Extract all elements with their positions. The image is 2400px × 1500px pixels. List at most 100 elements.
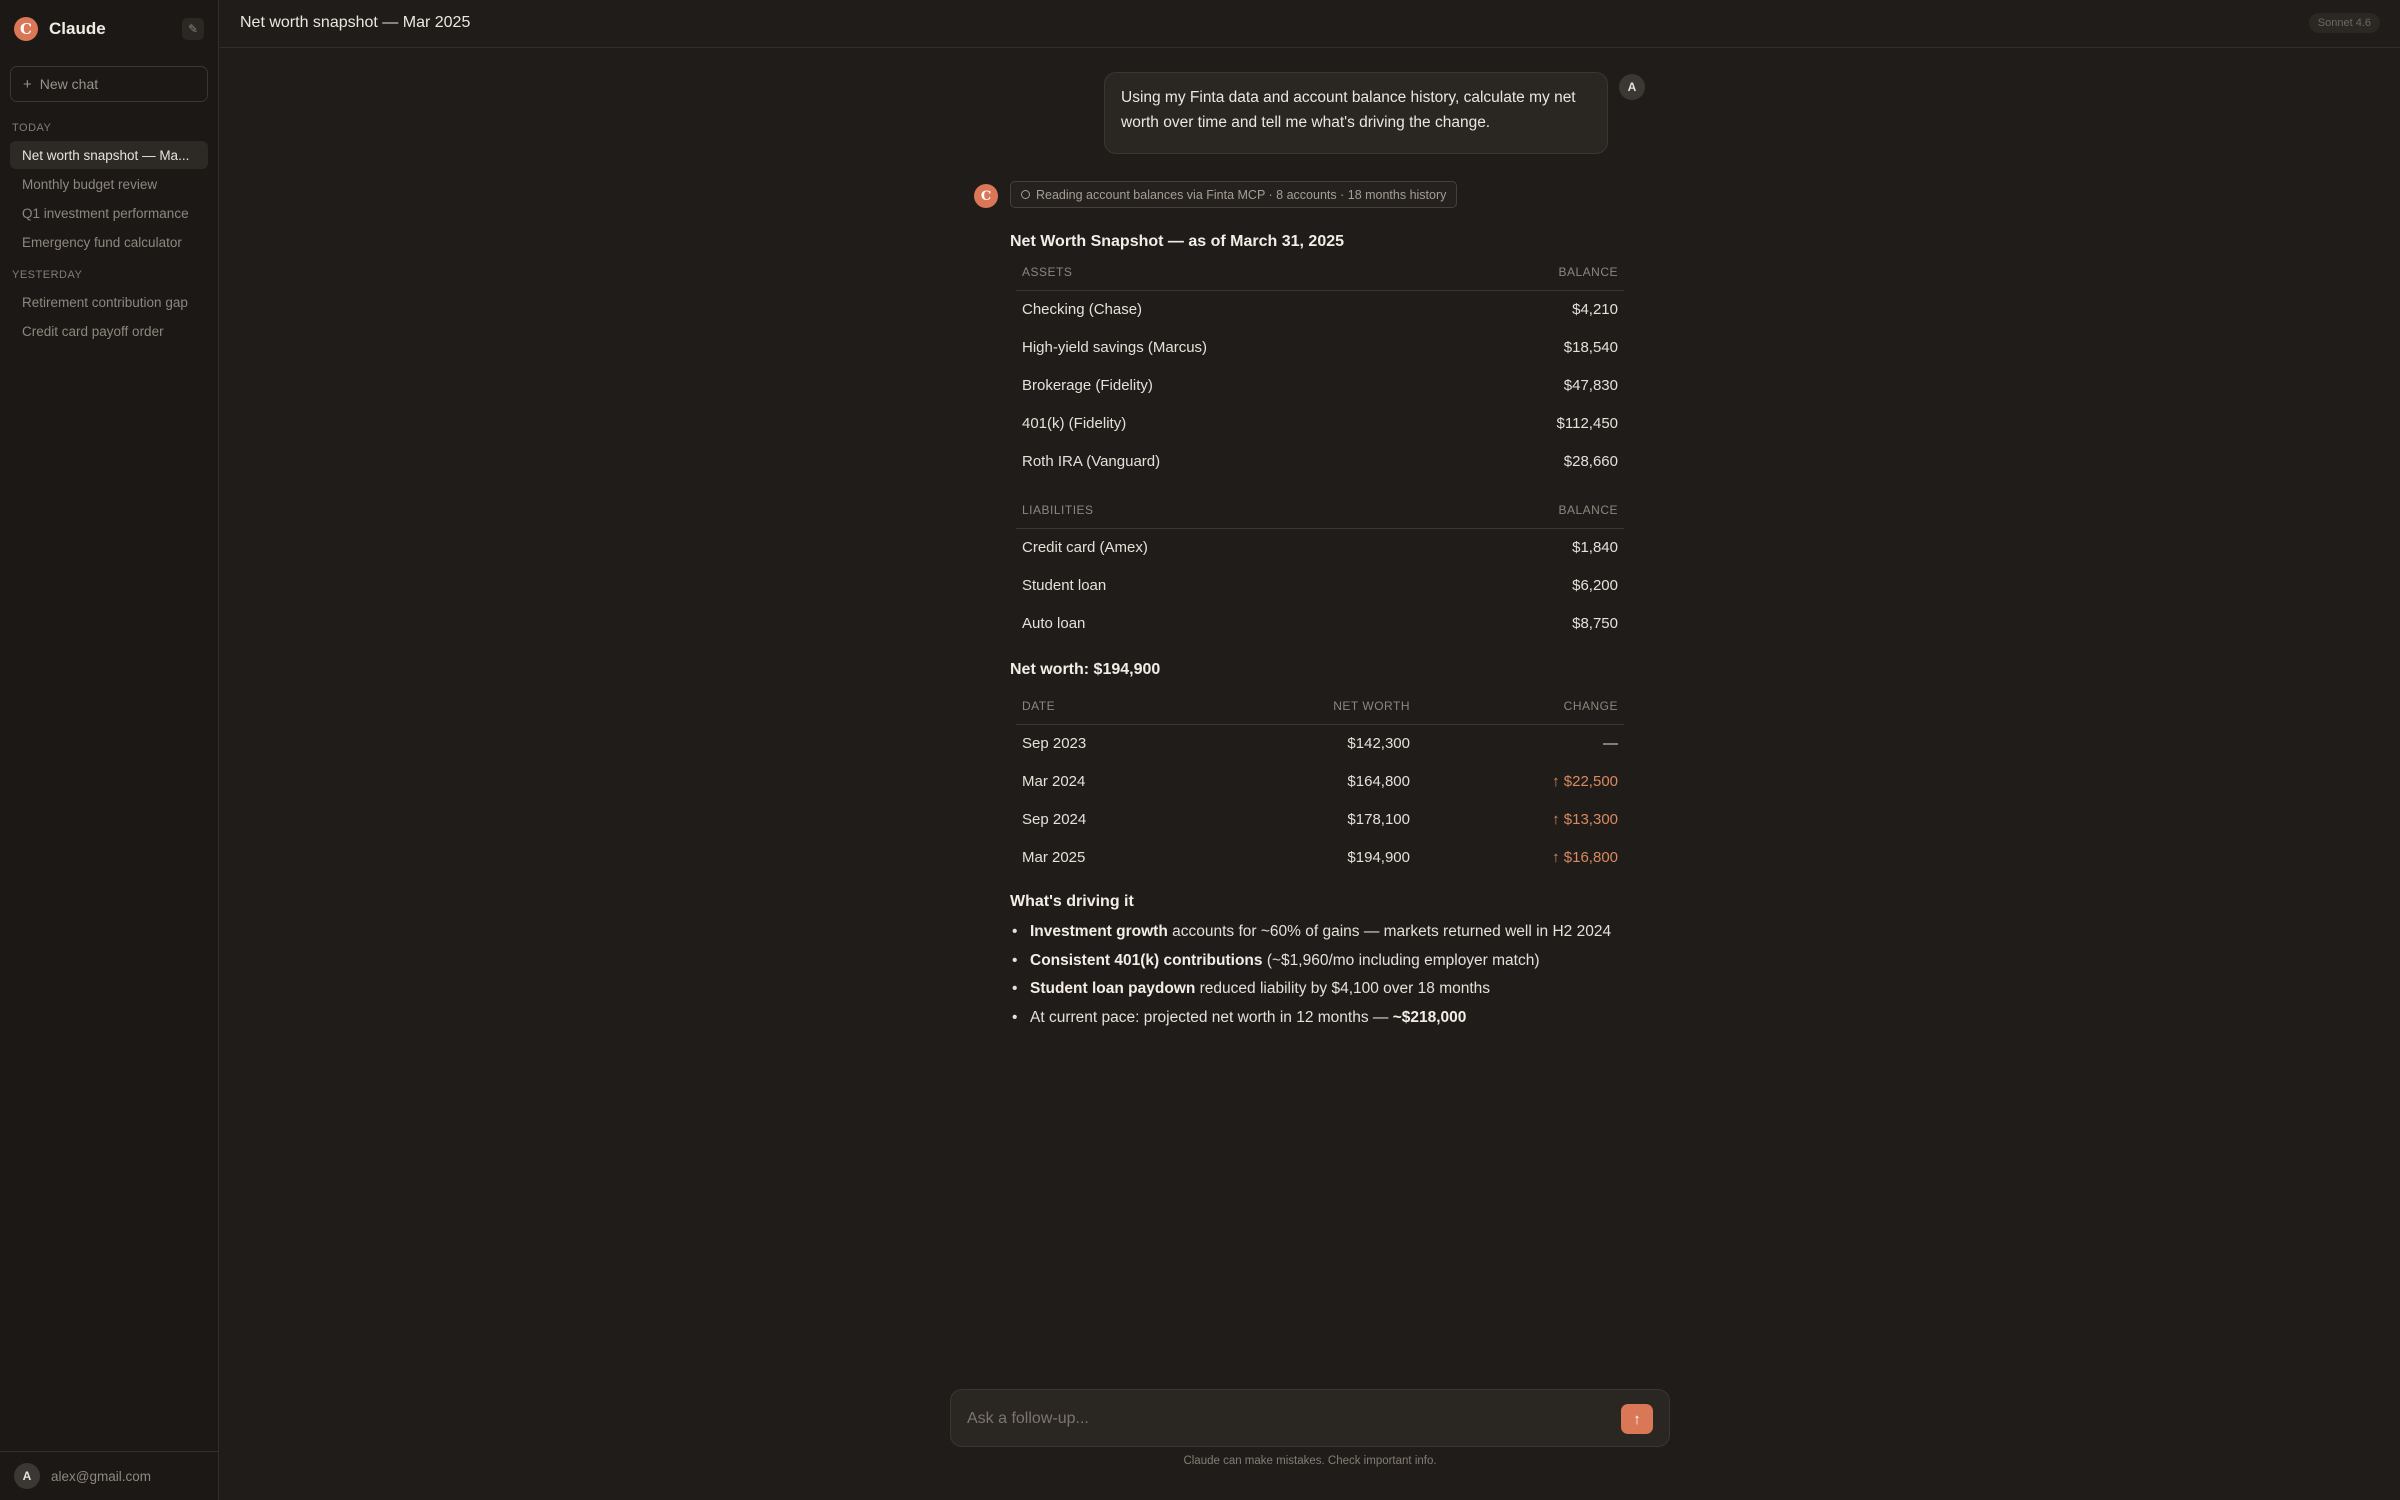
- account-name: Checking (Chase): [1022, 300, 1143, 318]
- plus-icon: +: [23, 75, 32, 93]
- claude-logo-icon: C: [14, 17, 38, 41]
- brand-name: Claude: [49, 19, 106, 38]
- user-email: alex@gmail.com: [51, 1468, 151, 1484]
- history-net-worth: $178,100: [1347, 810, 1410, 828]
- driver-bold: Investment growth: [1030, 923, 1168, 940]
- sidebar-item-investment[interactable]: Q1 investment performance: [10, 199, 208, 227]
- section-label-yesterday: YESTERDAY: [12, 269, 83, 281]
- user-avatar: A: [1619, 74, 1645, 100]
- table-row: High-yield savings (Marcus) $18,540: [1016, 328, 1624, 366]
- liabilities-table: LIABILITIES BALANCE Credit card (Amex) $1…: [1016, 492, 1624, 642]
- liability-name: Auto loan: [1022, 614, 1086, 632]
- account-name: High-yield savings (Marcus): [1022, 338, 1208, 356]
- balance-header: BALANCE: [1416, 492, 1624, 529]
- list-item: Student loan paydown reduced liability b…: [1010, 975, 1630, 1004]
- arrow-up-icon: ↑: [1633, 1410, 1641, 1428]
- table-row: Mar 2025 $194,900 ↑ $16,800: [1016, 838, 1624, 876]
- brand[interactable]: C Claude: [14, 16, 106, 42]
- claude-avatar-icon: C: [974, 184, 998, 208]
- history-net-worth: $194,900: [1347, 848, 1410, 866]
- sidebar-item-credit-card[interactable]: Credit card payoff order: [10, 317, 208, 345]
- history-net-worth: $164,800: [1347, 772, 1410, 790]
- drivers-title: What's driving it: [1010, 893, 1134, 910]
- new-chat-label: New chat: [39, 76, 99, 92]
- account-balance: $112,450: [1556, 414, 1618, 432]
- liability-name: Student loan: [1022, 576, 1107, 594]
- account-balance: $28,660: [1563, 452, 1618, 470]
- sidebar: C Claude ✎ + New chat TODAY Net worth sn…: [0, 0, 219, 1500]
- history-table: DATE NET WORTH CHANGE Sep 2023 $142,300— …: [1016, 688, 1624, 876]
- history-change: ↑ $13,300: [1552, 810, 1618, 828]
- table-header-row: DATE NET WORTH CHANGE: [1016, 688, 1624, 725]
- table-row: 401(k) (Fidelity) $112,450: [1016, 404, 1624, 442]
- net-worth-header: NET WORTH: [1216, 688, 1416, 725]
- assets-header: ASSETS: [1016, 254, 1459, 291]
- table-row: Roth IRA (Vanguard) $28,660: [1016, 442, 1624, 480]
- list-item: At current pace: projected net worth in …: [1010, 1004, 1630, 1033]
- table-row: Checking (Chase) $4,210: [1016, 290, 1624, 328]
- list-item: Consistent 401(k) contributions (~$1,960…: [1010, 947, 1630, 976]
- model-selector[interactable]: Sonnet 4.6: [2308, 13, 2380, 33]
- liability-balance: $8,750: [1572, 614, 1618, 632]
- date-header: DATE: [1016, 688, 1216, 725]
- liability-name: Credit card (Amex): [1022, 538, 1148, 556]
- drivers-list: Investment growth accounts for ~60% of g…: [1010, 918, 1630, 1032]
- history-date: Sep 2024: [1022, 810, 1087, 828]
- account-menu[interactable]: A alex@gmail.com: [0, 1451, 219, 1500]
- projection-value: ~$218,000: [1392, 1008, 1467, 1026]
- tool-status-pill[interactable]: Reading account balances via Finta MCP ·…: [1010, 181, 1458, 208]
- projection-text: At current pace: projected net worth in …: [1030, 1008, 1393, 1026]
- edit-icon[interactable]: ✎: [182, 18, 204, 40]
- avatar: A: [14, 1463, 40, 1489]
- history-date: Mar 2024: [1022, 772, 1086, 790]
- driver-text: (~$1,960/mo including employer match): [1262, 951, 1540, 969]
- tool-status-text: Reading account balances via Finta MCP ·…: [1036, 187, 1447, 202]
- liability-balance: $6,200: [1572, 576, 1618, 594]
- follow-up-input[interactable]: [967, 1404, 1587, 1434]
- status-circle-icon: [1021, 190, 1030, 199]
- history-change: ↑ $16,800: [1552, 848, 1618, 866]
- account-balance: $4,210: [1572, 300, 1618, 318]
- composer: ↑: [950, 1389, 1670, 1447]
- new-chat-button[interactable]: + New chat: [10, 66, 208, 102]
- table-row: Sep 2023 $142,300 —: [1016, 724, 1624, 762]
- table-row: Auto loan $8,750: [1016, 604, 1624, 642]
- account-name: Brokerage (Fidelity): [1022, 376, 1153, 394]
- table-header-row: LIABILITIES BALANCE: [1016, 492, 1624, 529]
- net-worth-total: Net worth: $194,900: [1010, 661, 1161, 678]
- history-change: —: [1603, 734, 1618, 752]
- account-name: 401(k) (Fidelity): [1022, 414, 1127, 432]
- history-change: ↑ $22,500: [1552, 772, 1618, 790]
- history-net-worth: $142,300: [1347, 734, 1410, 752]
- account-name: Roth IRA (Vanguard): [1022, 452, 1161, 470]
- account-balance: $18,540: [1563, 338, 1618, 356]
- list-item: Investment growth accounts for ~60% of g…: [1010, 918, 1630, 947]
- liability-balance: $1,840: [1572, 538, 1618, 556]
- driver-text: accounts for ~60% of gains — markets ret…: [1167, 923, 1612, 940]
- table-row: Sep 2024 $178,100 ↑ $13,300: [1016, 800, 1624, 838]
- driver-text: reduced liability by $4,100 over 18 mont…: [1195, 980, 1491, 997]
- sidebar-item-retirement[interactable]: Retirement contribution gap: [10, 288, 208, 316]
- sidebar-item-net-worth[interactable]: Net worth snapshot — Ma...: [10, 141, 208, 169]
- change-header: CHANGE: [1416, 688, 1624, 725]
- assistant-message: Net Worth Snapshot — as of March 31, 202…: [1010, 230, 1630, 1032]
- history-date: Mar 2025: [1022, 848, 1086, 866]
- driver-bold: Consistent 401(k) contributions: [1030, 951, 1263, 969]
- user-message: Using my Finta data and account balance …: [1104, 72, 1608, 154]
- send-button[interactable]: ↑: [1621, 1404, 1653, 1434]
- assets-table: ASSETS BALANCE Checking (Chase) $4,210 Hi…: [1016, 254, 1624, 480]
- table-row: Mar 2024 $164,800 ↑ $22,500: [1016, 762, 1624, 800]
- page-title: Net worth snapshot — Mar 2025: [240, 14, 471, 31]
- sidebar-item-budget[interactable]: Monthly budget review: [10, 170, 208, 198]
- table-row: Brokerage (Fidelity) $47,830: [1016, 366, 1624, 404]
- balance-header: BALANCE: [1458, 254, 1624, 291]
- driver-bold: Student loan paydown: [1030, 980, 1196, 997]
- section-label-today: TODAY: [12, 122, 52, 134]
- sidebar-item-emergency-fund[interactable]: Emergency fund calculator: [10, 228, 208, 256]
- table-row: Student loan $6,200: [1016, 566, 1624, 604]
- table-row: Credit card (Amex) $1,840: [1016, 528, 1624, 566]
- header: Net worth snapshot — Mar 2025 Sonnet 4.6: [220, 0, 2400, 48]
- disclaimer: Claude can make mistakes. Check importan…: [1183, 1455, 1437, 1467]
- history-date: Sep 2023: [1022, 734, 1087, 752]
- table-header-row: ASSETS BALANCE: [1016, 254, 1624, 291]
